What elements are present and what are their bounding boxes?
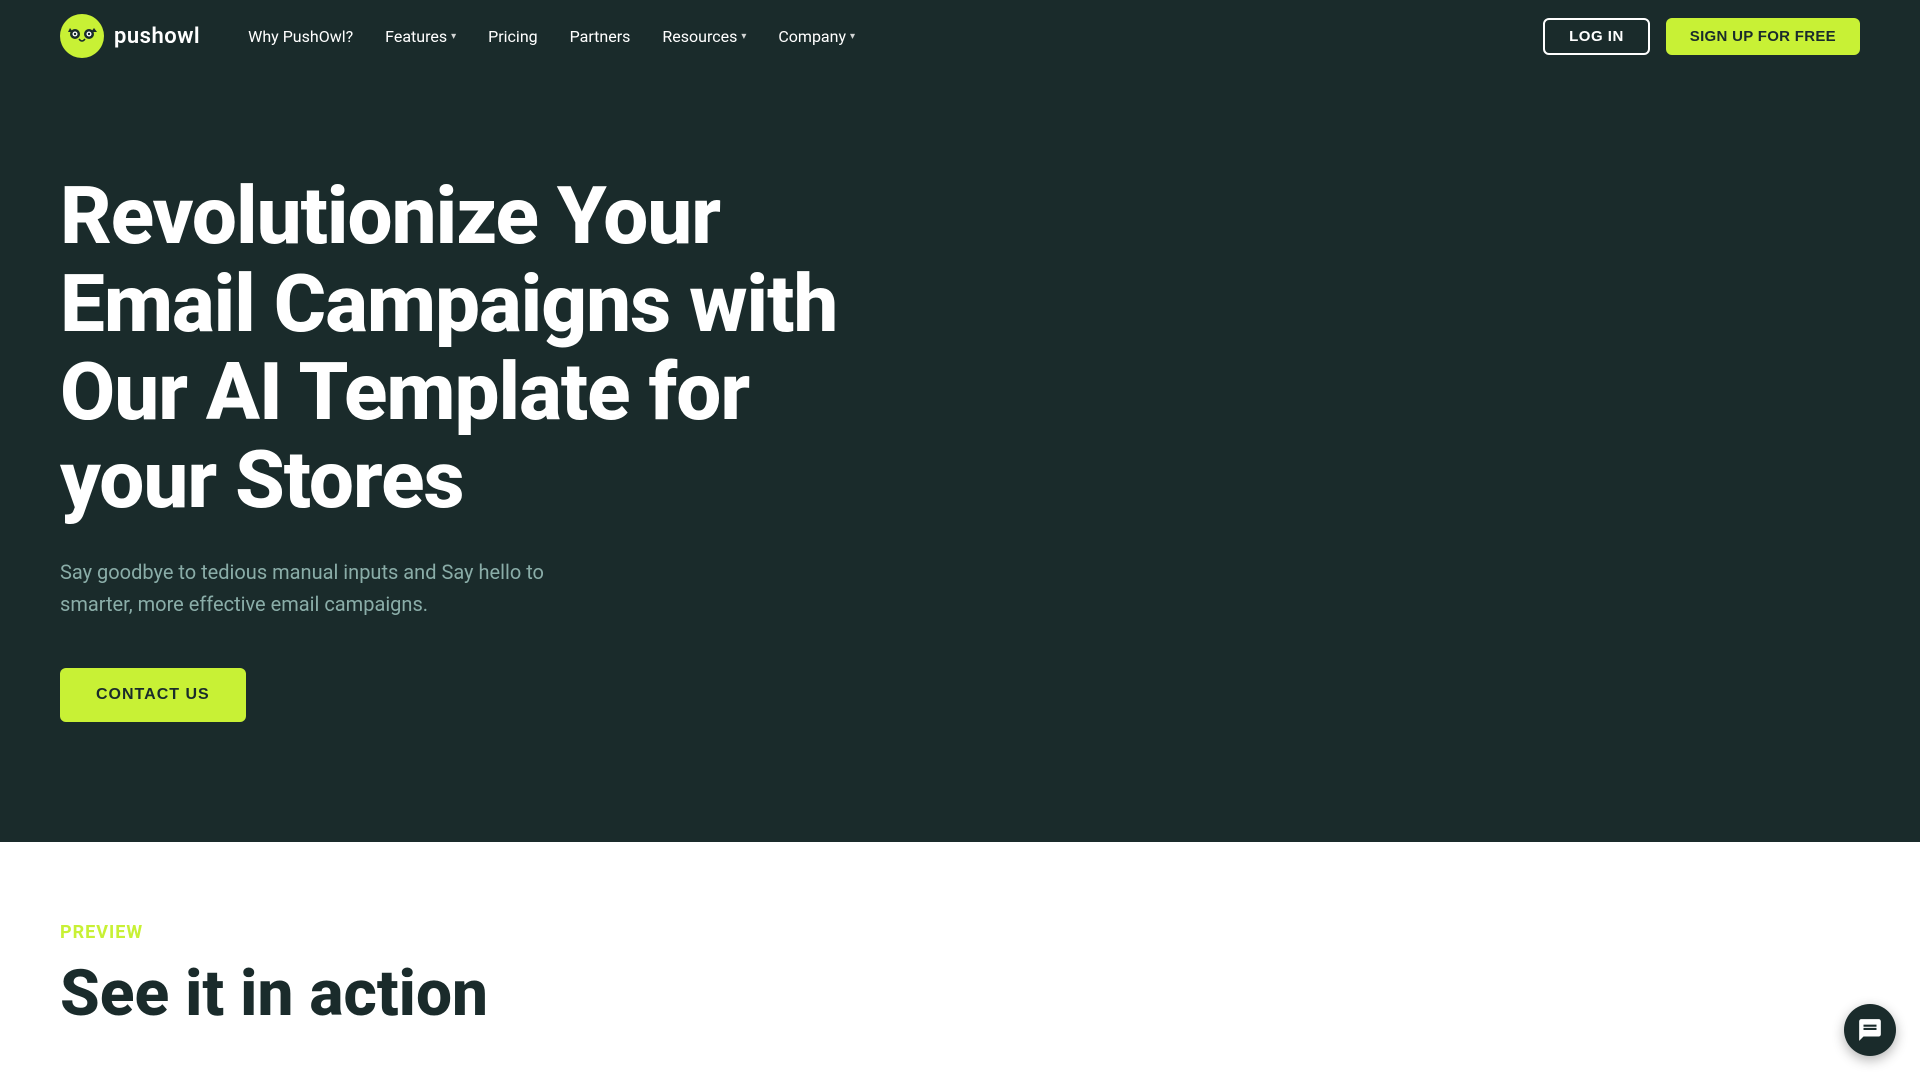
preview-section: PREVIEW See it in action [0, 842, 1920, 1069]
preview-title: See it in action [60, 959, 1860, 1029]
nav-link-why-pushowl[interactable]: Why PushOwl? [248, 27, 353, 46]
nav-link-resources[interactable]: Resources ▾ [662, 27, 746, 46]
signup-button[interactable]: SIGN UP FOR FREE [1666, 18, 1860, 55]
contact-us-button[interactable]: CONTACT US [60, 668, 246, 722]
chevron-down-icon: ▾ [850, 31, 855, 42]
logo-icon [60, 14, 104, 58]
nav-link-features[interactable]: Features ▾ [385, 27, 456, 46]
hero-title: Revolutionize Your Email Campaigns with … [60, 172, 860, 524]
nav-link-company[interactable]: Company ▾ [778, 27, 855, 46]
nav-item-resources[interactable]: Resources ▾ [662, 27, 746, 46]
nav-item-company[interactable]: Company ▾ [778, 27, 855, 46]
hero-subtitle: Say goodbye to tedious manual inputs and… [60, 556, 600, 620]
nav-link-pricing[interactable]: Pricing [488, 27, 538, 46]
nav-item-partners[interactable]: Partners [570, 27, 631, 46]
nav-links: Why PushOwl? Features ▾ Pricing Partners [248, 27, 855, 46]
nav-item-pricing[interactable]: Pricing [488, 27, 538, 46]
navbar: pushowl Why PushOwl? Features ▾ Pricing [0, 0, 1920, 72]
preview-label: PREVIEW [60, 922, 1860, 943]
hero-section: Revolutionize Your Email Campaigns with … [0, 72, 1920, 842]
login-button[interactable]: LOG IN [1543, 18, 1650, 55]
nav-item-features[interactable]: Features ▾ [385, 27, 456, 46]
chat-icon [1857, 1017, 1883, 1043]
chat-bubble-button[interactable] [1844, 1004, 1896, 1056]
navbar-left: pushowl Why PushOwl? Features ▾ Pricing [60, 14, 855, 58]
nav-link-partners[interactable]: Partners [570, 27, 631, 46]
chevron-down-icon: ▾ [451, 31, 456, 42]
logo[interactable]: pushowl [60, 14, 200, 58]
logo-text: pushowl [114, 24, 200, 49]
chevron-down-icon: ▾ [741, 31, 746, 42]
nav-item-why-pushowl[interactable]: Why PushOwl? [248, 27, 353, 46]
navbar-right: LOG IN SIGN UP FOR FREE [1543, 18, 1860, 55]
